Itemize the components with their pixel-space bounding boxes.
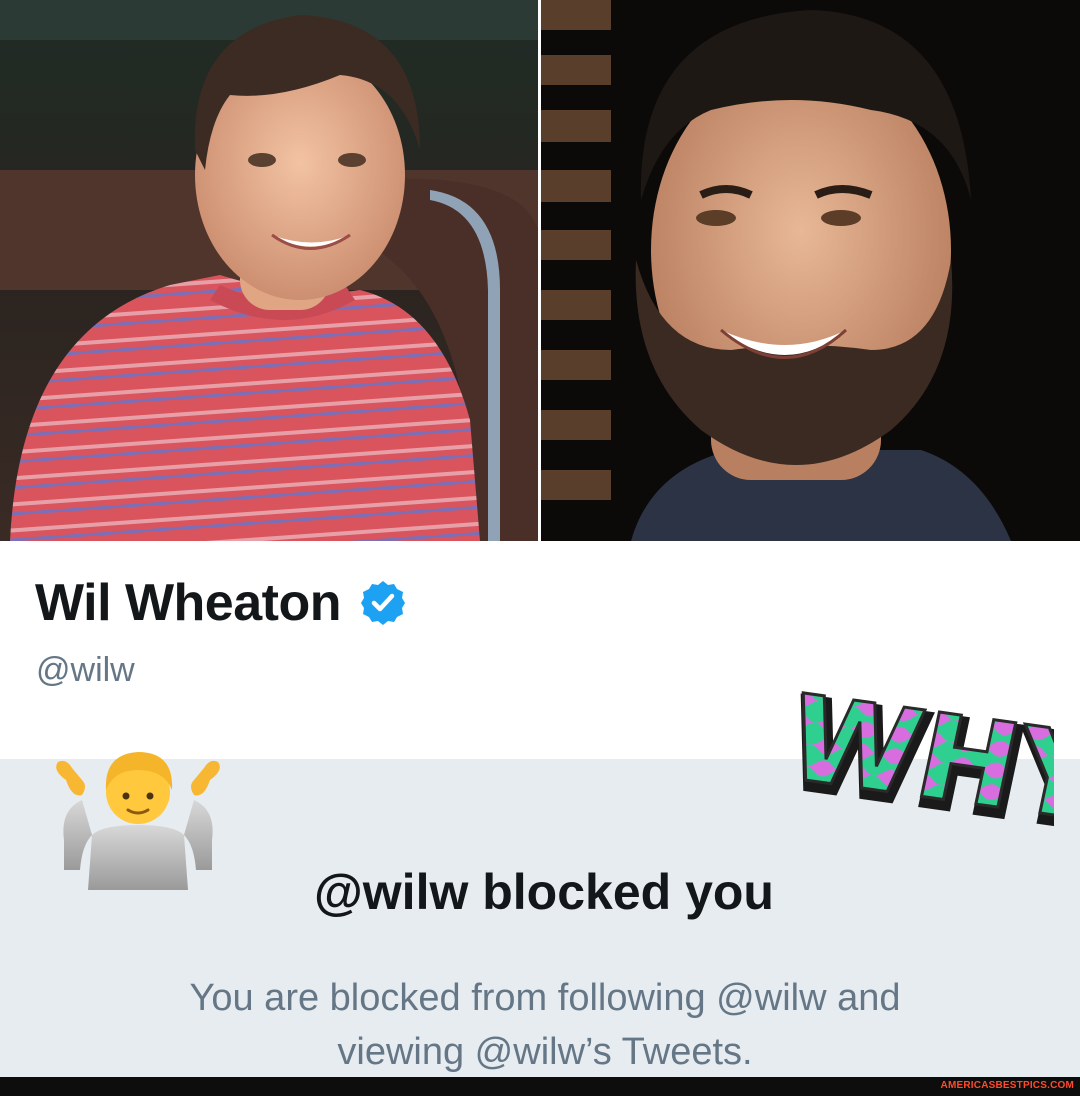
adult-portrait-photo [541, 0, 1080, 541]
person-shrugging-icon [56, 752, 220, 890]
watermark-text: AMERICASBESTPICS.COM [940, 1080, 1074, 1091]
why-sticker-text: WHY? [792, 669, 1054, 846]
child-portrait-photo [0, 0, 538, 541]
blocked-description-line-1: You are blocked from following @wilw and [189, 977, 901, 1019]
why-sticker: WHY? WHY? [792, 667, 1054, 846]
profile-handle[interactable]: @wilw [36, 651, 135, 690]
verified-check-icon [361, 581, 405, 625]
profile-name: Wil Wheaton [35, 574, 342, 632]
photo-collage [0, 0, 1080, 541]
blocked-description-line-2: viewing @wilw’s Tweets. [337, 1031, 753, 1073]
blocked-description: You are blocked from following @wilw and… [0, 971, 1080, 1079]
profile-name-row: Wil Wheaton [35, 573, 407, 633]
watermark-bar: AMERICASBESTPICS.COM [0, 1077, 1080, 1096]
